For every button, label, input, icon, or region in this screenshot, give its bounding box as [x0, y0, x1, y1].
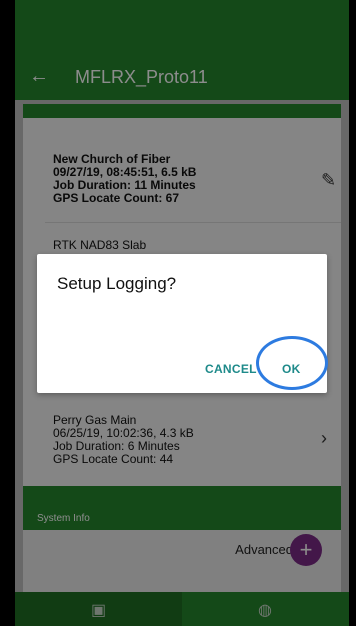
cancel-button[interactable]: CANCEL: [205, 362, 257, 376]
dialog-title: Setup Logging?: [57, 274, 177, 293]
app-screen: ← MFLRX_Proto11 New Church of Fiber 09/2…: [15, 0, 349, 626]
ok-highlight-circle: [256, 336, 328, 390]
